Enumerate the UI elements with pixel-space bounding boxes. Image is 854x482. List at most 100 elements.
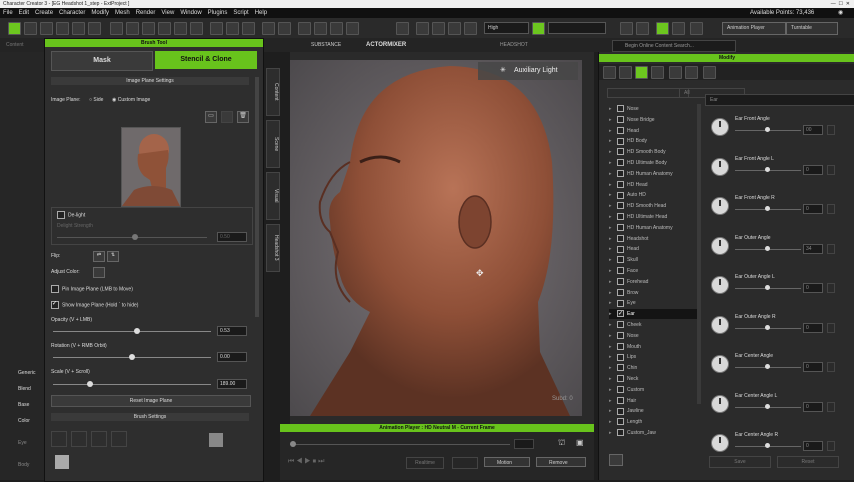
expand-arrow-icon[interactable]: ▸ [609, 201, 617, 211]
morph-value[interactable]: 34 [803, 243, 823, 254]
left-item-generic[interactable]: Generic [18, 370, 36, 376]
playback-controls[interactable]: ⏮ ◀ ▶ ⏹ ⏭ [288, 458, 324, 466]
actormixer-logo[interactable]: ACTORMIXER [366, 40, 416, 50]
toolbar-button-10[interactable] [158, 22, 171, 35]
tree-checkbox[interactable] [617, 223, 624, 231]
auxiliary-light-button[interactable]: ✳ Auxiliary Light [478, 62, 578, 80]
frame-icon[interactable] [416, 22, 429, 35]
tree-item[interactable]: ▸ Chin [609, 363, 701, 373]
menu-item-render[interactable]: Render [136, 10, 156, 16]
toolbar-button-12[interactable] [190, 22, 203, 35]
brush-preset-4[interactable] [111, 431, 127, 447]
toolbar-button-2[interactable] [24, 22, 37, 35]
brush-panel-scrollbar[interactable] [255, 77, 259, 317]
tree-item[interactable]: ▸ HD Human Anatomy [609, 169, 701, 179]
morph-lock-icon[interactable] [827, 204, 835, 214]
show-image-row[interactable]: Show Image Plane (Hold ` to hide) [51, 301, 138, 309]
tree-checkbox[interactable] [617, 234, 624, 242]
brush-preset-2[interactable] [71, 431, 87, 447]
tab-content-left[interactable]: Content [6, 40, 40, 50]
select-tool-icon[interactable] [346, 22, 359, 35]
morph-slider-knob[interactable] [765, 285, 770, 290]
tree-scrollbar[interactable] [697, 104, 701, 404]
menu-item-help[interactable]: Help [255, 10, 267, 16]
tree-checkbox[interactable] [617, 407, 624, 415]
turntable-button[interactable]: Turntable [786, 22, 838, 35]
menu-item-view[interactable]: View [161, 10, 174, 16]
tree-item[interactable]: ▸ Hair [609, 396, 701, 406]
snapshot-icon[interactable]: ⛫ [558, 438, 565, 448]
toolbar-button-4[interactable] [56, 22, 69, 35]
tree-item[interactable]: ▸ Nose [609, 104, 701, 114]
tree-checkbox[interactable] [617, 385, 624, 393]
pin-image-checkbox[interactable] [51, 285, 59, 293]
left-item-color[interactable]: Color [18, 418, 30, 424]
viewport[interactable]: ✳ Auxiliary Light Subd: 0 ✥ [290, 52, 594, 424]
motion-button[interactable]: Motion [484, 457, 530, 467]
morph-lock-icon[interactable] [827, 243, 835, 254]
expand-arrow-icon[interactable]: ▸ [609, 104, 617, 114]
headshot-logo[interactable]: HEADSHOT [500, 40, 536, 50]
expand-arrow-icon[interactable]: ▸ [609, 244, 617, 254]
undo-button[interactable] [262, 22, 275, 35]
tree-checkbox[interactable] [617, 202, 624, 210]
left-item-blend[interactable]: Blend [18, 386, 31, 392]
trash-icon[interactable]: 🗑 [237, 111, 249, 123]
save-button[interactable]: Save [709, 456, 771, 468]
morph-slider[interactable] [735, 324, 801, 330]
morph-dial-icon[interactable] [711, 157, 729, 176]
grid-icon[interactable] [464, 22, 477, 35]
morph-dial-icon[interactable] [711, 315, 729, 334]
image-plane-settings-header[interactable]: Image Plane Settings [51, 77, 249, 85]
tree-checkbox[interactable] [617, 418, 624, 426]
expand-arrow-icon[interactable]: ▸ [609, 266, 617, 276]
tree-checkbox[interactable] [617, 396, 624, 404]
tree-checkbox[interactable] [617, 191, 624, 199]
tree-options-icon[interactable] [609, 454, 623, 466]
adjust-color-icon[interactable] [93, 267, 105, 278]
color-swatch-2[interactable] [55, 455, 69, 469]
menu-item-create[interactable]: Create [35, 10, 53, 16]
custom-image-radio[interactable]: ◉ Custom Image [112, 97, 150, 103]
expand-arrow-icon[interactable]: ▸ [609, 352, 617, 362]
expand-arrow-icon[interactable]: ▸ [609, 428, 617, 438]
modify-tab-pose[interactable] [619, 66, 632, 79]
morph-slider[interactable] [735, 127, 801, 132]
tree-item[interactable]: ▸ HD Body [609, 136, 701, 146]
morph-lock-icon[interactable] [827, 362, 835, 372]
color-swatch-1[interactable] [209, 433, 223, 447]
delight-checkbox[interactable]: De-light [57, 211, 85, 219]
tree-item[interactable]: ▸ Custom [609, 385, 701, 395]
menu-item-window[interactable]: Window [180, 10, 201, 16]
tree-item[interactable]: ▸ Brow [609, 288, 701, 298]
tree-item[interactable]: ▸ Neck [609, 374, 701, 384]
tree-checkbox[interactable] [617, 429, 624, 437]
expand-arrow-icon[interactable]: ▸ [609, 234, 617, 244]
toolbar-button-16[interactable] [620, 22, 633, 35]
tree-item[interactable]: ▸ Custom_Jaw [609, 428, 701, 438]
tree-checkbox[interactable] [617, 375, 624, 383]
morph-lock-icon[interactable] [827, 322, 835, 333]
modify-tab-texture[interactable] [669, 66, 682, 79]
frame-input[interactable] [514, 439, 534, 449]
morph-value[interactable]: 0 [803, 164, 823, 175]
modify-tab-1[interactable] [603, 66, 616, 79]
tree-item[interactable]: ▸ Head [609, 244, 701, 254]
reset-image-plane-button[interactable]: Reset Image Plane [51, 395, 251, 407]
expand-arrow-icon[interactable]: ▸ [609, 147, 617, 157]
toolbar-button-6[interactable] [88, 22, 101, 35]
modify-tab-settings[interactable] [703, 66, 716, 79]
expand-arrow-icon[interactable]: ▸ [609, 180, 617, 190]
morph-lock-icon[interactable] [827, 164, 835, 175]
scale-slider[interactable] [53, 381, 211, 387]
opacity-slider[interactable] [53, 328, 211, 334]
show-image-checkbox[interactable] [51, 301, 59, 309]
rotation-knob[interactable] [129, 354, 135, 360]
toolbar-button-1[interactable] [8, 22, 21, 35]
expand-arrow-icon[interactable]: ▸ [609, 190, 617, 200]
delight-strength-value[interactable]: 0.50 [217, 232, 247, 242]
tree-item[interactable]: ▸ Mouth [609, 342, 701, 352]
expand-arrow-icon[interactable]: ▸ [609, 115, 617, 125]
rotation-slider[interactable] [53, 354, 211, 360]
opacity-value[interactable]: 0.53 [217, 326, 247, 336]
